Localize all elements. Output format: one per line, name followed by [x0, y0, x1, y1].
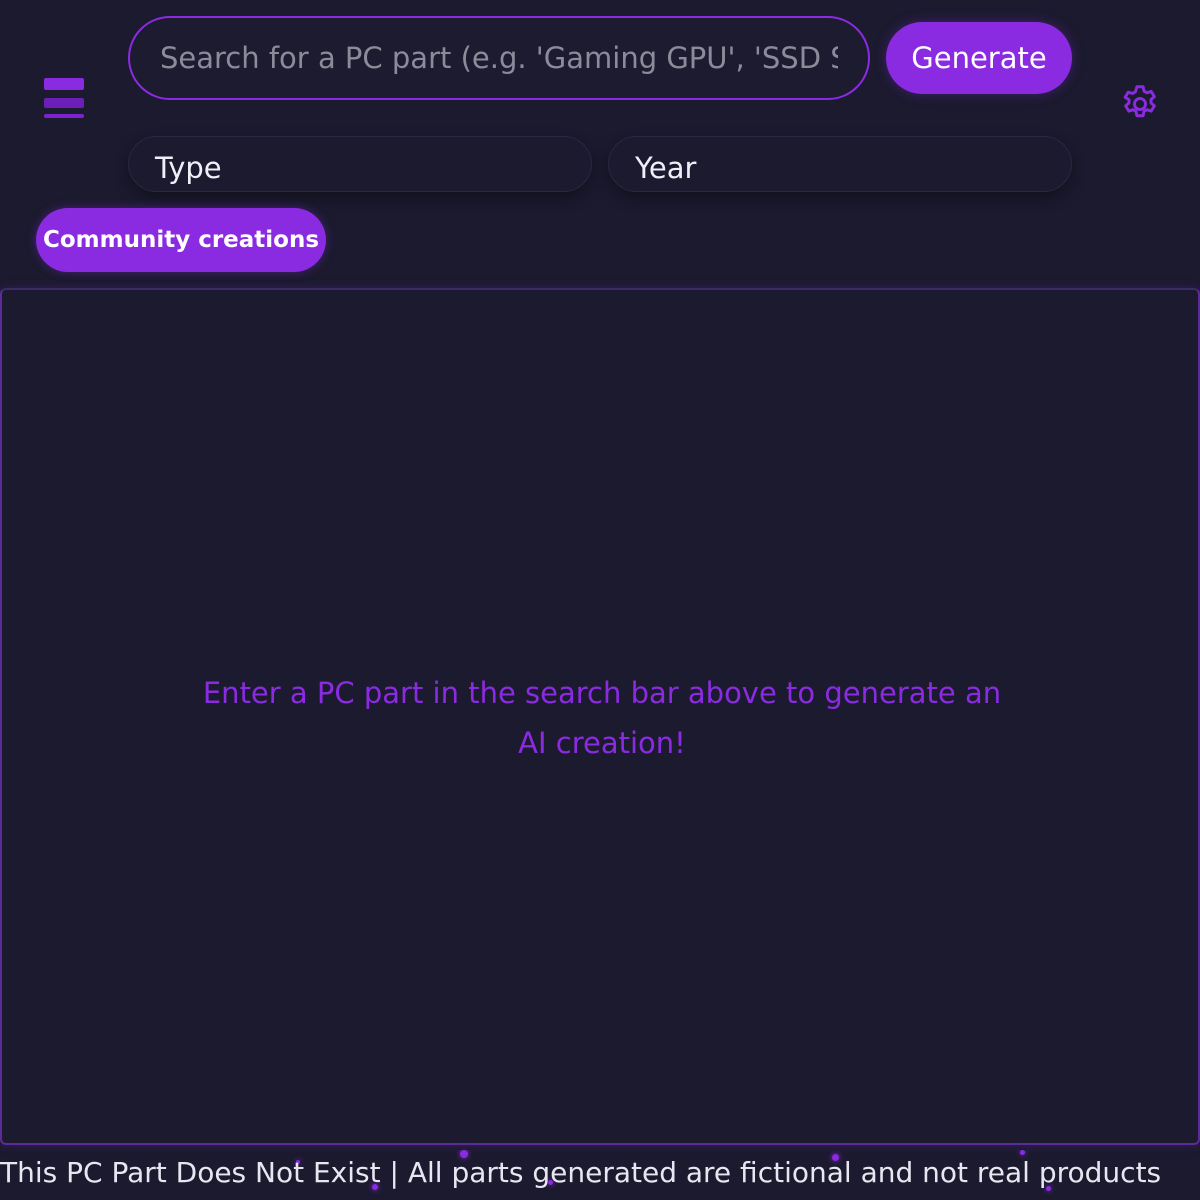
community-creations-button[interactable]: Community creations [36, 208, 326, 272]
year-filter-label: Year [635, 151, 697, 185]
footer-text: This PC Part Does Not Exist | All parts … [0, 1156, 1162, 1189]
results-panel: Enter a PC part in the search bar above … [0, 288, 1200, 1145]
menu-bar [44, 114, 84, 118]
gear-icon[interactable] [1118, 82, 1162, 126]
empty-state-line: AI creation! [518, 726, 686, 760]
particle-dot [1020, 1150, 1025, 1155]
menu-bar [44, 98, 84, 108]
type-filter[interactable]: Type [128, 136, 592, 192]
empty-state-message: Enter a PC part in the search bar above … [202, 668, 1002, 768]
search-bar [128, 16, 870, 100]
generate-button[interactable]: Generate [886, 22, 1072, 94]
app-page: Generate Type Year Community creations E… [0, 0, 1200, 1200]
hamburger-menu-icon[interactable] [44, 78, 84, 120]
search-input[interactable] [130, 18, 868, 98]
year-filter[interactable]: Year [608, 136, 1072, 192]
type-filter-label: Type [155, 151, 222, 185]
menu-bar [44, 78, 84, 90]
footer: This PC Part Does Not Exist | All parts … [0, 1150, 1200, 1200]
empty-state-line: Enter a PC part in the search bar above … [202, 676, 1002, 710]
